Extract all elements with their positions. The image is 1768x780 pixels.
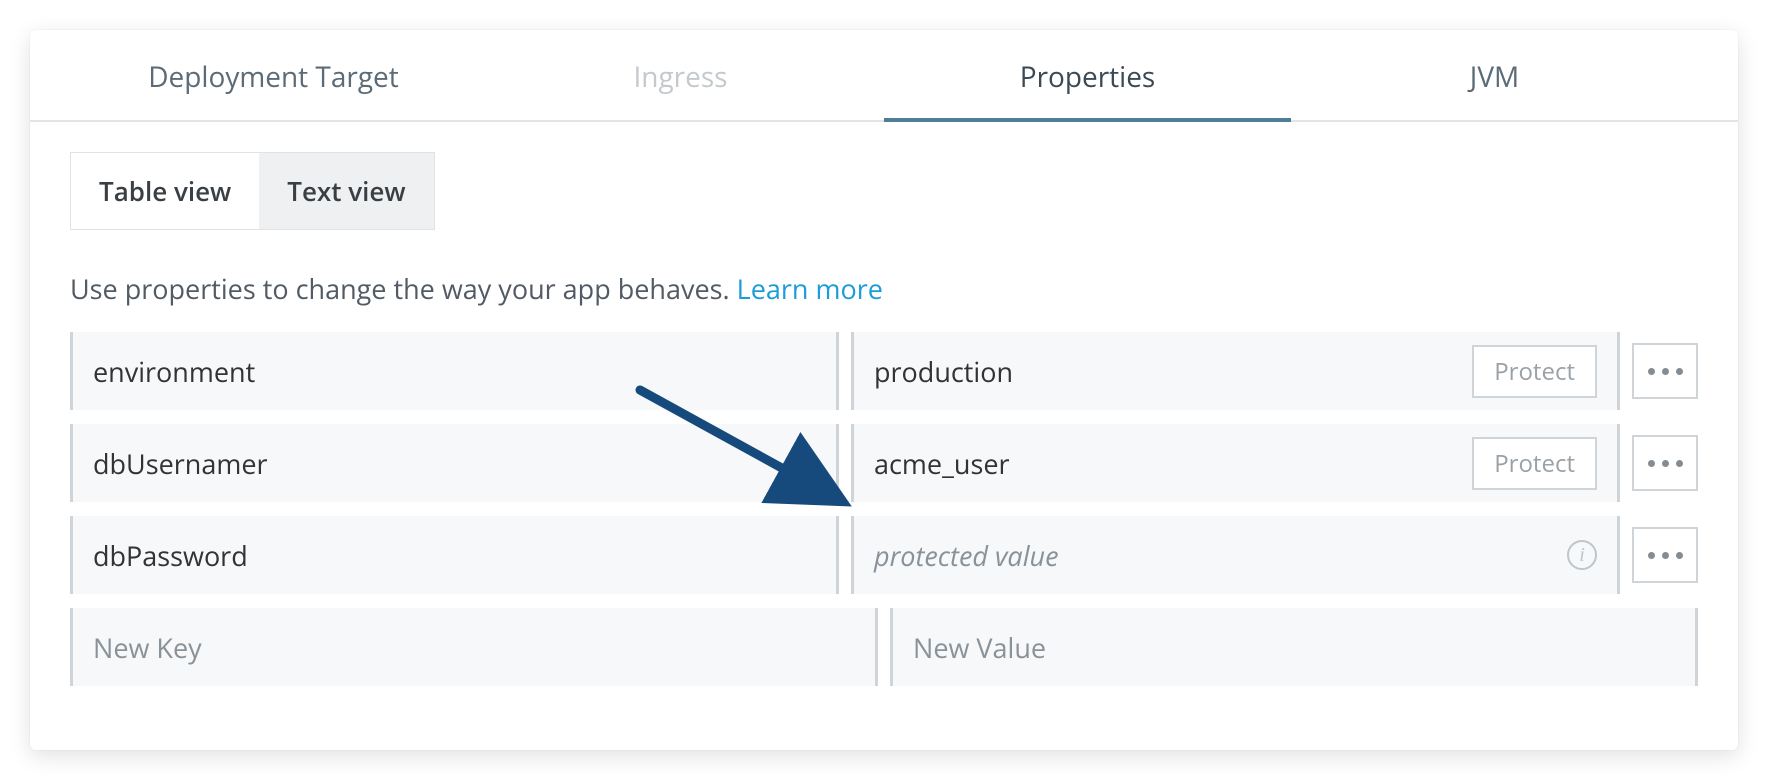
- tab-strip: Deployment Target Ingress Properties JVM: [30, 30, 1738, 122]
- ellipsis-icon: [1648, 552, 1655, 559]
- property-value-protected: protected value: [874, 537, 1059, 574]
- property-key-input[interactable]: dbUsernamer: [70, 424, 839, 502]
- property-row: environment production Protect: [70, 332, 1698, 410]
- row-actions-button[interactable]: [1632, 343, 1698, 399]
- properties-hint: Use properties to change the way your ap…: [70, 270, 1698, 307]
- tab-deployment-target[interactable]: Deployment Target: [70, 30, 477, 120]
- new-key-placeholder: New Key: [93, 629, 202, 666]
- ellipsis-icon: [1648, 460, 1655, 467]
- tab-ingress: Ingress: [477, 30, 884, 120]
- property-key-text: environment: [93, 353, 255, 390]
- property-value-input[interactable]: protected value i: [851, 516, 1620, 594]
- new-value-input[interactable]: New Value: [890, 608, 1698, 686]
- property-key-input[interactable]: environment: [70, 332, 839, 410]
- property-key-text: dbUsernamer: [93, 445, 268, 482]
- property-value-text: acme_user: [874, 445, 1010, 482]
- learn-more-link[interactable]: Learn more: [737, 270, 883, 307]
- view-toggle-table[interactable]: Table view: [71, 153, 259, 229]
- property-row: dbUsernamer acme_user Protect: [70, 424, 1698, 502]
- property-new-row: New Key New Value: [70, 608, 1698, 686]
- property-key-text: dbPassword: [93, 537, 248, 574]
- property-value-input[interactable]: acme_user Protect: [851, 424, 1620, 502]
- tab-jvm[interactable]: JVM: [1291, 30, 1698, 120]
- property-key-input[interactable]: dbPassword: [70, 516, 839, 594]
- new-value-placeholder: New Value: [913, 629, 1046, 666]
- ellipsis-icon: [1648, 368, 1655, 375]
- view-toggle: Table view Text view: [70, 152, 435, 230]
- property-row: dbPassword protected value i: [70, 516, 1698, 594]
- row-actions-button[interactable]: [1632, 527, 1698, 583]
- property-value-text: production: [874, 353, 1013, 390]
- new-key-input[interactable]: New Key: [70, 608, 878, 686]
- tab-properties[interactable]: Properties: [884, 30, 1291, 120]
- row-actions-button[interactable]: [1632, 435, 1698, 491]
- view-toggle-text[interactable]: Text view: [259, 153, 433, 229]
- protect-button[interactable]: Protect: [1472, 345, 1597, 398]
- properties-table: environment production Protect dbUsernam…: [70, 332, 1698, 686]
- properties-panel: Deployment Target Ingress Properties JVM…: [30, 30, 1738, 750]
- property-value-input[interactable]: production Protect: [851, 332, 1620, 410]
- properties-hint-text: Use properties to change the way your ap…: [70, 270, 737, 307]
- info-icon[interactable]: i: [1567, 540, 1597, 570]
- protect-button[interactable]: Protect: [1472, 437, 1597, 490]
